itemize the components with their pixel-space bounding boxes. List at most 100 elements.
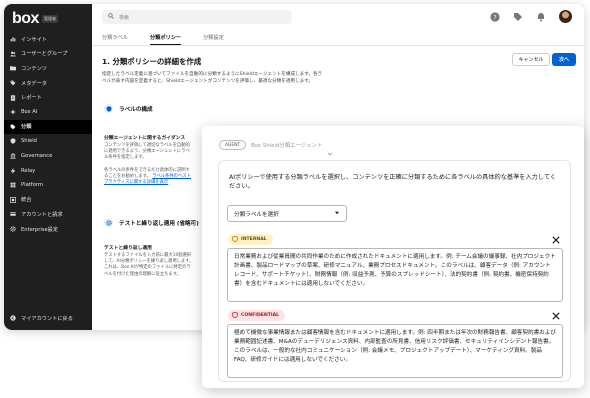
tab-classification-labels[interactable]: 分類ラベル xyxy=(102,34,128,45)
gear-icon xyxy=(104,218,113,227)
guidance-text-1: コンテンツを評価して適切なラベルを自動的に適用できるよう、分類エージェントにラベ… xyxy=(104,143,190,161)
test-heading: テストと繰り返し適用 xyxy=(104,246,152,251)
label-shield-icon xyxy=(232,235,238,244)
tab-classification-settings[interactable]: 分類設定 xyxy=(203,34,224,45)
label-criteria-card: AIポリシーで使用する分類ラベルを選択し、コンテンツを正確に分類するために各ラベ… xyxy=(218,160,571,382)
internal-criteria-textarea[interactable]: 日常業務および従業員間の共同作業のために作成されたドキュメントに適用します。例:… xyxy=(227,248,563,302)
svg-text:?: ? xyxy=(493,13,496,21)
agent-badge: AGENT xyxy=(219,140,247,150)
sidebar-item-reports[interactable]: レポート xyxy=(4,90,92,105)
agent-name: Box Shield分類エージェント xyxy=(251,143,323,149)
label-name: INTERNAL xyxy=(241,237,267,242)
sidebar: box 管理者 インサイト ユーザーとグループ コンテンツ メタデータ レポート… xyxy=(4,4,92,330)
back-to-my-account-label: マイアカウントに戻る xyxy=(21,315,73,322)
admin-badge: 管理者 xyxy=(41,15,58,23)
sidebar-item-shield[interactable]: Shield xyxy=(4,134,92,149)
label-badge-confidential: CONFIDENTIAL xyxy=(228,310,286,321)
remove-label-button[interactable] xyxy=(551,309,561,320)
shield-icon xyxy=(10,138,16,145)
sidebar-item-label: 統合 xyxy=(21,197,32,204)
bell-icon[interactable] xyxy=(536,12,546,22)
ai-icon xyxy=(10,109,16,116)
classification-agent-panel: AGENT Box Shield分類エージェント AIポリシーで使用する分類ラベ… xyxy=(202,126,584,388)
test-text: テストするファイルを入力前に最大10個選択して、AI分類ポリシーを繰り返し適用し… xyxy=(104,253,194,277)
folder-icon xyxy=(10,65,16,71)
sidebar-item-insights[interactable]: インサイト xyxy=(4,32,92,47)
search-input[interactable]: 検索 xyxy=(102,10,292,24)
tag-icon[interactable] xyxy=(513,12,523,22)
sidebar-item-users-groups[interactable]: ユーザーとグループ xyxy=(4,47,92,62)
section-title: ラベルの構成 xyxy=(119,106,153,113)
sidebar-item-account-billing[interactable]: アカウントと請求 xyxy=(4,207,92,222)
search-placeholder: 検索 xyxy=(119,14,130,21)
classification-icon xyxy=(10,124,16,130)
sidebar-item-label: インサイト xyxy=(21,36,47,43)
confidential-criteria-textarea[interactable]: 極めて機微な事業情報または顧客情報を含むドキュメントに適用します。例: 四半期ま… xyxy=(227,324,563,378)
logo-text: box xyxy=(12,10,39,27)
sidebar-item-metadata[interactable]: メタデータ xyxy=(4,76,92,91)
next-button[interactable]: 次へ xyxy=(552,53,576,66)
sidebar-item-label: Relay xyxy=(21,167,36,174)
shield-icon xyxy=(104,104,113,113)
sidebar-item-label: Shield xyxy=(21,138,37,145)
section-label-config: ラベルの構成 xyxy=(104,104,153,113)
sidebar-item-label: レポート xyxy=(21,95,42,102)
governance-icon xyxy=(10,153,16,159)
sidebar-item-label: Governance xyxy=(21,153,53,160)
box-logo[interactable]: box 管理者 xyxy=(12,10,58,28)
instruction-text: AIポリシーで使用する分類ラベルを選択し、コンテンツを正確に分類するために各ラベ… xyxy=(229,174,557,190)
tab-classification-policy[interactable]: 分類ポリシー xyxy=(149,34,182,45)
report-icon xyxy=(10,94,16,101)
platform-icon xyxy=(10,182,16,188)
chevron-down-icon xyxy=(334,210,340,218)
sidebar-item-box-ai[interactable]: Box AI xyxy=(4,105,92,120)
sidebar-nav: インサイト ユーザーとグループ コンテンツ メタデータ レポート Box AI xyxy=(4,32,92,236)
top-icons: ? xyxy=(490,10,572,23)
sidebar-item-integrations[interactable]: 統合 xyxy=(4,193,92,208)
sidebar-item-enterprise-settings[interactable]: Enterprise設定 xyxy=(4,222,92,237)
sidebar-item-label: アカウントと請求 xyxy=(21,211,63,218)
classification-label-select[interactable]: 分類ラベルを選択 xyxy=(227,205,347,222)
agent-selector[interactable]: AGENT Box Shield分類エージェント xyxy=(219,140,333,156)
avatar[interactable] xyxy=(559,10,572,23)
guidance-heading: 分類エージェントに関するガイダンス xyxy=(104,136,186,141)
sidebar-item-label: メタデータ xyxy=(21,80,47,87)
section-test-iterate: テストと繰り返し適用 (省略可) xyxy=(104,218,199,227)
remove-label-button[interactable] xyxy=(551,233,561,244)
close-icon xyxy=(552,305,560,324)
settings-icon xyxy=(10,226,16,232)
top-bar: 検索 ? xyxy=(92,4,584,32)
sidebar-item-content[interactable]: コンテンツ xyxy=(4,61,92,76)
sidebar-item-label: Box AI xyxy=(21,109,38,116)
tabs-divider xyxy=(92,45,584,46)
users-icon xyxy=(10,51,16,57)
close-icon xyxy=(552,229,560,248)
page-description: 指定したラベル定義に基づいてファイルを自動的に分類するようにShieldエージェ… xyxy=(102,72,323,84)
sidebar-item-governance[interactable]: Governance xyxy=(4,149,92,164)
billing-icon xyxy=(10,211,16,217)
cancel-button[interactable]: キャンセル xyxy=(512,53,550,66)
sidebar-item-label: Enterprise設定 xyxy=(21,226,59,233)
select-value: 分類ラベルを選択 xyxy=(234,211,279,218)
chart-icon xyxy=(10,36,16,42)
section-title: テストと繰り返し適用 (省略可) xyxy=(119,220,199,227)
sidebar-item-platform[interactable]: Platform xyxy=(4,178,92,193)
tag-icon xyxy=(10,80,16,86)
page-title: 1. 分類ポリシーの詳細を作成 xyxy=(102,57,202,66)
sidebar-item-classification[interactable]: 分類 xyxy=(4,119,92,135)
help-icon[interactable]: ? xyxy=(490,11,500,22)
sidebar-item-label: コンテンツ xyxy=(21,65,47,72)
back-icon xyxy=(10,315,16,321)
sidebar-item-relay[interactable]: Relay xyxy=(4,163,92,178)
chevron-down-icon xyxy=(327,142,333,156)
sidebar-item-label: Platform xyxy=(21,182,43,189)
back-to-my-account-link[interactable]: マイアカウントに戻る xyxy=(4,312,92,324)
label-shield-icon xyxy=(232,311,238,320)
search-icon xyxy=(108,13,114,21)
sidebar-item-label: 分類 xyxy=(21,124,32,131)
sidebar-item-label: ユーザーとグループ xyxy=(21,51,68,58)
label-name: CONFIDENTIAL xyxy=(241,313,280,318)
label-badge-internal: INTERNAL xyxy=(228,234,273,245)
integrations-icon xyxy=(10,196,16,203)
guidance-text: コンテンツを評価して適切なラベルを自動的に適用できるよう、分類エージェントにラベ… xyxy=(104,143,194,186)
